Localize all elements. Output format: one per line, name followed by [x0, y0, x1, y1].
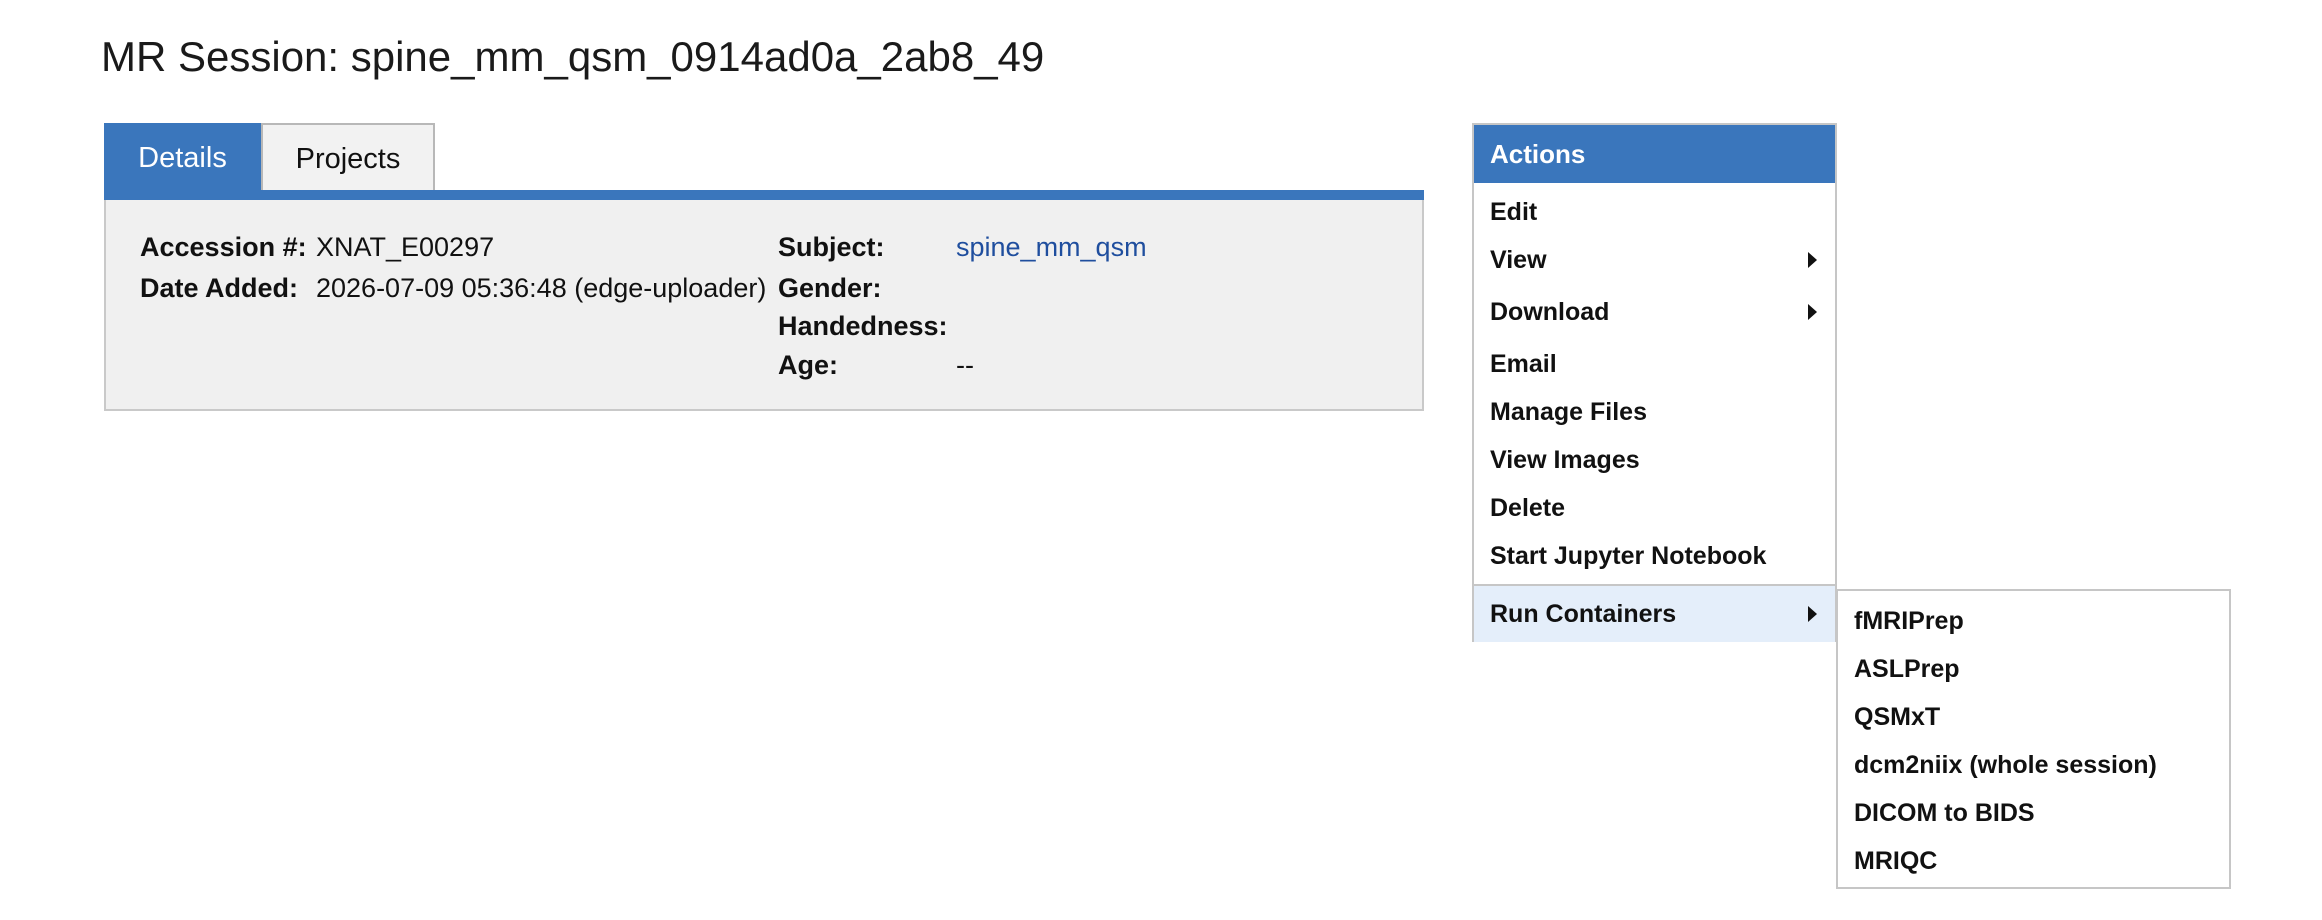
caret-right-icon — [1808, 252, 1817, 268]
menu-item-label: Manage Files — [1490, 398, 1647, 426]
actions-menu: Actions Edit View Download Email Manage … — [1472, 123, 1837, 642]
page: MR Session: spine_mm_qsm_0914ad0a_2ab8_4… — [0, 0, 2322, 920]
page-title: MR Session: spine_mm_qsm_0914ad0a_2ab8_4… — [101, 33, 1045, 80]
menu-item-view[interactable]: View — [1474, 236, 1835, 284]
menu-item-delete[interactable]: Delete — [1474, 484, 1835, 532]
caret-right-icon — [1808, 304, 1817, 320]
menu-item-label: View Images — [1490, 446, 1640, 474]
menu-item-start-jupyter-notebook[interactable]: Start Jupyter Notebook — [1474, 532, 1835, 580]
tab-underline — [104, 190, 1424, 200]
menu-item-label: Download — [1490, 298, 1610, 326]
menu-item-run-containers[interactable]: Run Containers — [1474, 584, 1835, 642]
date-added-value: 2026-07-09 05:36:48 (edge-uploader) — [316, 273, 767, 303]
run-containers-submenu: fMRIPrep ASLPrep QSMxT dcm2niix (whole s… — [1836, 589, 2231, 889]
menu-item-download[interactable]: Download — [1474, 288, 1835, 336]
menu-item-label: Run Containers — [1490, 600, 1677, 628]
submenu-item-qsmxt[interactable]: QSMxT — [1838, 693, 2229, 741]
accession-value: XNAT_E00297 — [316, 232, 495, 262]
gender-label: Gender: — [778, 273, 882, 303]
age-value: -- — [956, 350, 974, 380]
subject-link[interactable]: spine_mm_qsm — [956, 228, 1147, 266]
tab-projects[interactable]: Projects — [261, 123, 435, 191]
subject-label: Subject: — [778, 232, 885, 262]
age-label: Age: — [778, 350, 838, 380]
menu-item-label: Delete — [1490, 494, 1566, 522]
menu-item-email[interactable]: Email — [1474, 340, 1835, 388]
submenu-item-mriqc[interactable]: MRIQC — [1838, 837, 2229, 885]
menu-item-label: Edit — [1490, 198, 1538, 226]
date-added-label: Date Added: — [140, 273, 299, 303]
submenu-item-dicom-to-bids[interactable]: DICOM to BIDS — [1838, 789, 2229, 837]
accession-label: Accession #: — [140, 232, 307, 262]
handedness-label: Handedness: — [778, 311, 948, 341]
tab-details[interactable]: Details — [104, 123, 261, 191]
menu-item-manage-files[interactable]: Manage Files — [1474, 388, 1835, 436]
menu-item-view-images[interactable]: View Images — [1474, 436, 1835, 484]
submenu-item-fmriprep[interactable]: fMRIPrep — [1838, 597, 2229, 645]
menu-item-label: Start Jupyter Notebook — [1490, 542, 1767, 570]
submenu-item-aslprep[interactable]: ASLPrep — [1838, 645, 2229, 693]
menu-item-label: Email — [1490, 350, 1557, 378]
caret-right-icon — [1808, 606, 1817, 622]
details-panel: Accession #: XNAT_E00297 Date Added: 202… — [104, 200, 1424, 411]
menu-item-edit[interactable]: Edit — [1474, 188, 1835, 236]
actions-header: Actions — [1474, 125, 1835, 183]
menu-item-label: View — [1490, 246, 1547, 274]
submenu-item-dcm2niix[interactable]: dcm2niix (whole session) — [1838, 741, 2229, 789]
